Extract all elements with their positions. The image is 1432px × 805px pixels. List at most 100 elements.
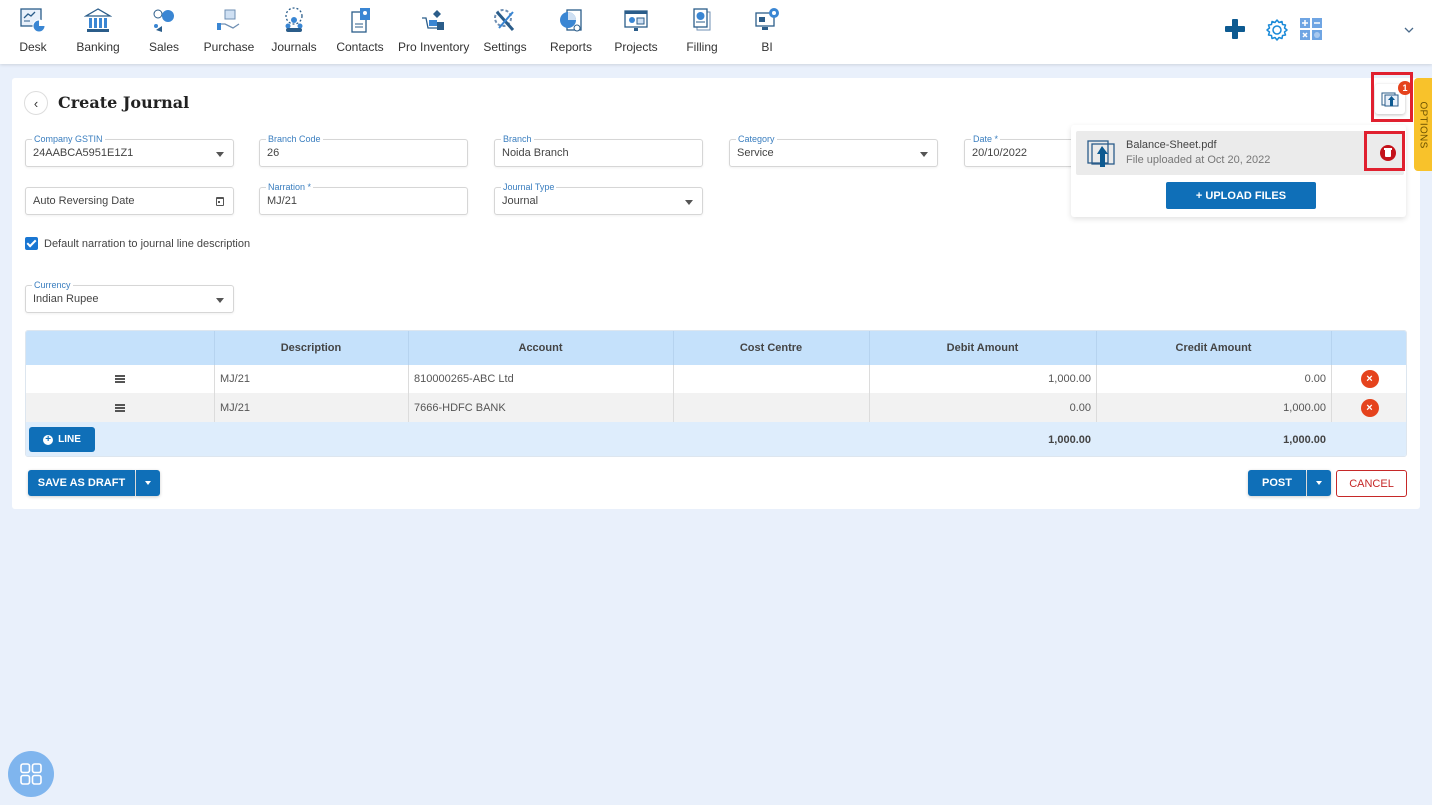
nav-item-bi[interactable]: BI	[732, 4, 802, 54]
caret-down-icon	[145, 481, 151, 485]
field-label: Journal Type	[501, 182, 557, 193]
settings-tools-icon	[494, 9, 515, 31]
caret-down-icon	[1316, 481, 1322, 485]
plus-circle-icon: +	[43, 434, 54, 445]
nav-label: Pro Inventory	[398, 40, 470, 54]
apps-menu-button[interactable]	[8, 751, 54, 797]
add-line-label: LINE	[58, 434, 81, 445]
column-header-cost-centre: Cost Centre	[739, 342, 803, 354]
nav-item-filling[interactable]: Filling	[667, 4, 737, 54]
back-button[interactable]: ‹	[24, 91, 48, 115]
calculator-button[interactable]	[1300, 18, 1322, 40]
journals-icon	[285, 7, 303, 32]
field-value: Noida Branch	[502, 147, 569, 159]
cell-description[interactable]: MJ/21	[220, 365, 250, 393]
nav-label: BI	[761, 40, 773, 54]
nav-item-purchase[interactable]: Purchase	[194, 4, 264, 54]
add-line-button[interactable]: + LINE	[29, 427, 95, 452]
field-value: Indian Rupee	[33, 293, 99, 305]
bi-icon	[755, 8, 779, 30]
drag-handle[interactable]	[26, 393, 214, 422]
cell-account[interactable]: 810000265-ABC Ltd	[414, 365, 514, 393]
company-gstin-select[interactable]: Company GSTIN 24AABCA5951E1Z1	[25, 134, 234, 167]
table-row: MJ/21 7666-HDFC BANK 0.00 1,000.00 ×	[26, 393, 1406, 422]
field-value: 24AABCA5951E1Z1	[33, 147, 134, 159]
page-title: Create Journal	[58, 93, 190, 112]
cell-cost-centre[interactable]	[673, 365, 869, 393]
cancel-button[interactable]: CANCEL	[1336, 470, 1407, 497]
cell-credit[interactable]: 1,000.00	[1096, 393, 1326, 422]
chevron-down-icon	[1404, 27, 1414, 33]
trash-icon[interactable]	[1380, 145, 1396, 161]
filing-icon	[693, 8, 711, 31]
caret-down-icon	[685, 200, 693, 205]
auto-reversing-date-input[interactable]: Auto Reversing Date	[25, 187, 234, 215]
file-name[interactable]: Balance-Sheet.pdf	[1126, 139, 1217, 151]
settings-button[interactable]	[1265, 18, 1289, 42]
attachments-popover: Balance-Sheet.pdf File uploaded at Oct 2…	[1071, 125, 1406, 217]
post-options-button[interactable]	[1307, 470, 1331, 496]
drag-handle-icon	[115, 403, 125, 412]
field-label: Category	[736, 134, 777, 145]
nav-item-settings[interactable]: Settings	[470, 4, 540, 54]
cell-debit[interactable]: 0.00	[869, 393, 1091, 422]
field-value: Journal	[502, 195, 539, 207]
nav-item-contacts[interactable]: Contacts	[325, 4, 395, 54]
nav-label: Projects	[614, 40, 658, 54]
table-header-row: Description Account Cost Centre Debit Am…	[26, 331, 1406, 365]
currency-select[interactable]: Currency Indian Rupee	[25, 280, 234, 313]
cell-debit[interactable]: 1,000.00	[869, 365, 1091, 393]
nav-label: Reports	[549, 40, 593, 54]
field-label: Company GSTIN	[32, 134, 105, 145]
attachment-count-badge: 1	[1398, 81, 1412, 95]
purchase-icon	[217, 9, 240, 30]
branch-code-input[interactable]: Branch Code 26	[259, 134, 468, 167]
nav-item-banking[interactable]: Banking	[63, 4, 133, 54]
column-header-description: Description	[280, 342, 342, 354]
save-draft-options-button[interactable]	[136, 470, 160, 496]
cell-account[interactable]: 7666-HDFC BANK	[414, 393, 506, 422]
cell-description[interactable]: MJ/21	[220, 393, 250, 422]
desk-icon	[20, 8, 46, 33]
nav-label: Filling	[686, 40, 718, 54]
contacts-icon	[351, 8, 370, 33]
caret-down-icon	[920, 152, 928, 157]
account-menu-toggle[interactable]	[1403, 26, 1415, 34]
column-header-debit: Debit Amount	[946, 342, 1019, 354]
add-button[interactable]	[1224, 18, 1246, 40]
field-label: Narration *	[266, 182, 314, 193]
nav-item-desk[interactable]: Desk	[0, 4, 68, 54]
drag-handle[interactable]	[26, 365, 214, 393]
calendar-icon[interactable]	[216, 197, 224, 206]
column-header-account: Account	[518, 342, 563, 354]
remove-line-icon[interactable]: ×	[1360, 398, 1379, 417]
top-navigation: Desk Banking Sales Purchase Journals Con…	[0, 0, 1432, 64]
save-as-draft-button[interactable]: SAVE AS DRAFT	[28, 470, 135, 496]
post-button[interactable]: POST	[1248, 470, 1306, 496]
nav-item-projects[interactable]: Projects	[601, 4, 671, 54]
grid-icon	[20, 763, 42, 785]
nav-item-sales[interactable]: Sales	[129, 4, 199, 54]
options-tab[interactable]: OPTIONS	[1414, 78, 1432, 171]
reports-icon	[560, 9, 582, 32]
table-footer-row: + LINE 1,000.00 1,000.00	[26, 422, 1406, 456]
cell-cost-centre[interactable]	[673, 393, 869, 422]
column-header-credit: Credit Amount	[1175, 342, 1252, 354]
field-label: Branch	[501, 134, 534, 145]
caret-down-icon	[216, 298, 224, 303]
nav-item-pro-inventory[interactable]: Pro Inventory	[398, 4, 470, 54]
remove-line-icon[interactable]: ×	[1360, 370, 1379, 388]
branch-input[interactable]: Branch Noida Branch	[494, 134, 703, 167]
nav-item-journals[interactable]: Journals	[259, 4, 329, 54]
cell-credit[interactable]: 0.00	[1096, 365, 1326, 393]
field-placeholder: Auto Reversing Date	[33, 195, 135, 207]
nav-item-reports[interactable]: Reports	[536, 4, 606, 54]
upload-files-button[interactable]: + UPLOAD FILES	[1166, 182, 1316, 209]
journal-type-select[interactable]: Journal Type Journal	[494, 182, 703, 215]
nav-label: Settings	[483, 40, 527, 54]
journal-lines-table: Description Account Cost Centre Debit Am…	[25, 330, 1407, 457]
narration-input[interactable]: Narration * MJ/21	[259, 182, 468, 215]
options-label: OPTIONS	[1417, 100, 1429, 149]
category-select[interactable]: Category Service	[729, 134, 938, 167]
default-narration-checkbox[interactable]	[25, 237, 38, 250]
